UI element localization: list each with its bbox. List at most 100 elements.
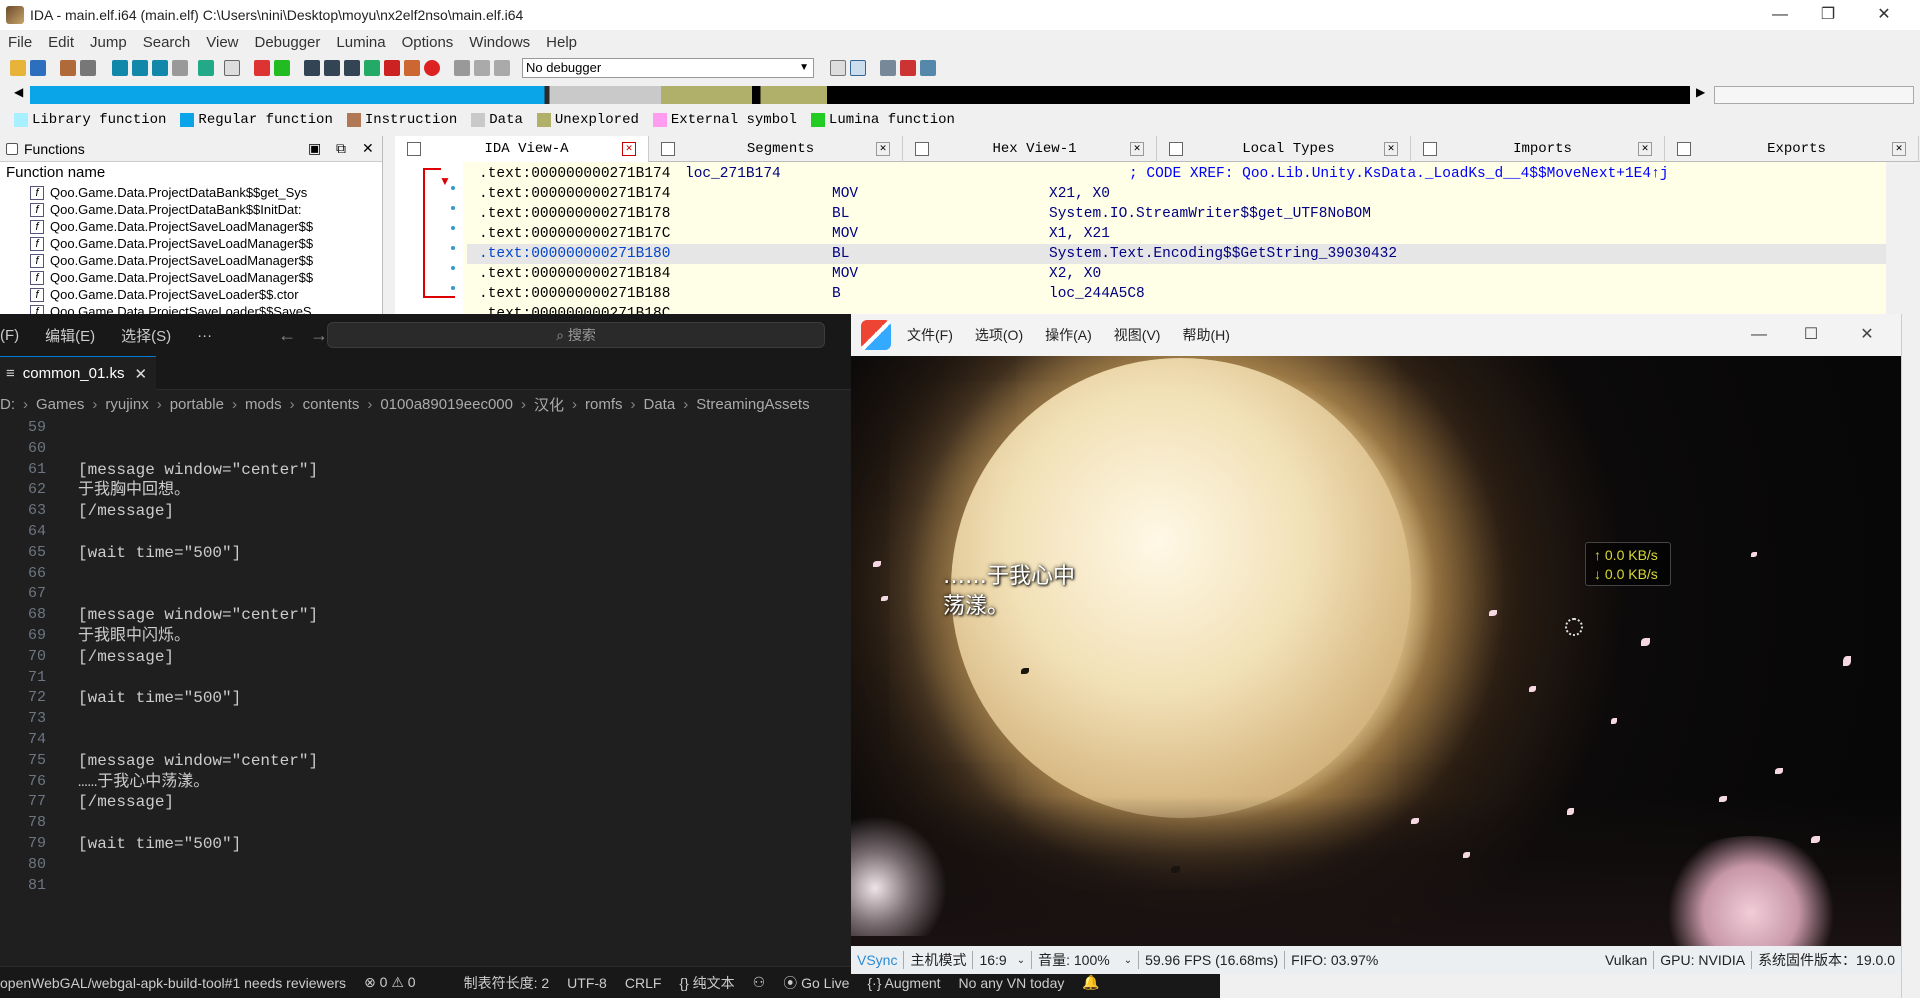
float-pane-icon[interactable]: ⧉ — [336, 140, 346, 157]
open-icon[interactable] — [10, 60, 26, 76]
menu-edit[interactable]: 编辑(E) — [45, 325, 95, 346]
export-icon[interactable] — [900, 60, 916, 76]
menu-selection[interactable]: 选择(S) — [121, 325, 171, 346]
tab-ida-view-a[interactable]: IDA View-A ✕ — [395, 136, 649, 162]
menu-edit[interactable]: Edit — [48, 34, 74, 51]
back-icon[interactable] — [60, 60, 76, 76]
strings-icon[interactable] — [344, 60, 360, 76]
search-input[interactable]: ⌕ 搜索 — [327, 322, 825, 348]
breadcrumb-item[interactable]: StreamingAssets — [696, 396, 809, 413]
debugger-select[interactable]: No debugger ▼ — [522, 58, 814, 78]
data-icon[interactable] — [132, 60, 148, 76]
status-go-live[interactable]: ⦿ Go Live — [783, 973, 849, 993]
trace-icon[interactable] — [404, 60, 420, 76]
menu-view[interactable]: View — [206, 34, 238, 51]
code-editor[interactable]: 59 60 61 [message window="center"] 62 于我胸… — [0, 418, 851, 966]
status-pr[interactable]: openWebGAL/webgal-apk-build-tool#1 needs… — [0, 975, 346, 991]
maximize-button[interactable]: ☐ — [1783, 314, 1839, 356]
close-tab-icon[interactable]: ✕ — [876, 142, 890, 156]
status-eol[interactable]: CRLF — [625, 975, 662, 991]
menu-windows[interactable]: Windows — [469, 34, 530, 51]
menu-help[interactable]: 帮助(H) — [1182, 325, 1229, 345]
menu-options[interactable]: 选项(O) — [975, 325, 1023, 345]
tab-exports[interactable]: Exports ✕ — [1665, 136, 1919, 162]
pause-icon[interactable] — [474, 60, 490, 76]
breadcrumb-item[interactable]: romfs — [585, 396, 623, 413]
menu-search[interactable]: Search — [143, 34, 191, 51]
function-item[interactable]: f Qoo.Game.Data.ProjectSaveLoadManager$$ — [0, 269, 382, 286]
function-item[interactable]: f Qoo.Game.Data.ProjectSaveLoadManager$$ — [0, 252, 382, 269]
disasm-line[interactable]: .text:000000000271B178 BL System.IO.Stream… — [467, 204, 1903, 224]
bell-icon[interactable]: 🔔 — [1082, 974, 1099, 991]
jump-icon[interactable] — [198, 60, 214, 76]
status-encoding[interactable]: UTF-8 — [567, 975, 607, 991]
halt-icon[interactable] — [494, 60, 510, 76]
breadcrumb-item[interactable]: Data — [644, 396, 676, 413]
close-icon[interactable]: ✕ — [134, 365, 147, 383]
navigation-bar[interactable] — [30, 86, 1690, 104]
close-tab-icon[interactable]: ✕ — [1638, 142, 1652, 156]
disasm-scrollbar[interactable] — [1886, 162, 1903, 315]
function-item[interactable]: f Qoo.Game.Data.ProjectSaveLoadManager$$ — [0, 218, 382, 235]
tab-local-types[interactable]: Local Types ✕ — [1157, 136, 1411, 162]
nav-right-icon[interactable]: ▶ — [1696, 85, 1705, 99]
menu-options[interactable]: Options — [402, 34, 454, 51]
breadcrumb-item[interactable]: portable — [170, 396, 224, 413]
breadcrumb-item[interactable]: ryujinx — [105, 396, 148, 413]
close-pane-icon[interactable]: ✕ — [362, 140, 374, 157]
breadcrumb-item[interactable]: Games — [36, 396, 84, 413]
maximize-button[interactable]: ❐ — [1800, 0, 1856, 30]
stop-icon[interactable] — [424, 60, 440, 76]
status-augment[interactable]: {·} Augment — [867, 975, 940, 991]
disasm-line-selected[interactable]: .text:000000000271B180 BL System.Text.Enco… — [467, 244, 1903, 264]
menu-debugger[interactable]: Debugger — [255, 34, 321, 51]
nav-left-icon[interactable]: ◀ — [14, 85, 23, 99]
breadcrumb-item[interactable]: D: — [0, 396, 15, 413]
xrefs-icon[interactable] — [364, 60, 380, 76]
status-problems[interactable]: ⊗ 0 ⚠ 0 — [364, 974, 416, 991]
close-tab-icon[interactable]: ✕ — [622, 142, 636, 156]
save-icon[interactable] — [30, 60, 46, 76]
menu-file[interactable]: 文件(F) — [907, 325, 953, 345]
function-item[interactable]: f Qoo.Game.Data.ProjectDataBank$$InitDat: — [0, 201, 382, 218]
c-icon[interactable] — [850, 60, 866, 76]
menu-lumina[interactable]: Lumina — [336, 34, 385, 51]
breadcrumb-item[interactable]: 0100a89019eec000 — [380, 396, 513, 413]
disasm-line[interactable]: .text:000000000271B184 MOV X2, X0 — [467, 264, 1903, 284]
menu-help[interactable]: Help — [546, 34, 577, 51]
close-tab-icon[interactable]: ✕ — [1892, 142, 1906, 156]
text-icon[interactable] — [224, 60, 240, 76]
disasm-line[interactable]: .text:000000000271B188 Bloc_244A5C8 — [467, 284, 1903, 304]
menu-file[interactable]: (F) — [0, 327, 19, 344]
disasm-line[interactable]: .text:000000000271B17C MOV X1, X21 — [467, 224, 1903, 244]
function-name-column-header[interactable]: Function name — [0, 162, 382, 184]
minimize-button[interactable]: — — [1731, 314, 1787, 356]
docked-mode-toggle[interactable]: 主机模式 — [910, 950, 966, 970]
play-icon[interactable] — [454, 60, 470, 76]
import-icon[interactable] — [920, 60, 936, 76]
copilot-icon[interactable]: ⚇ — [753, 974, 766, 991]
chevron-down-icon[interactable]: ⌄ — [1017, 955, 1025, 966]
back-arrow-icon[interactable]: ← — [278, 325, 296, 346]
breadcrumb-item[interactable]: contents — [303, 396, 360, 413]
function-item[interactable]: f Qoo.Game.Data.ProjectDataBank$$get_Sys — [0, 184, 382, 201]
breakpoint-icon[interactable] — [384, 60, 400, 76]
vsync-toggle[interactable]: VSync — [857, 952, 897, 968]
volume-control[interactable]: 音量: 100% — [1038, 950, 1110, 970]
tab-common-01-ks[interactable]: ≡ common_01.ks ✕ — [0, 356, 156, 390]
menu-view[interactable]: 视图(V) — [1114, 325, 1161, 345]
function-item[interactable]: f Qoo.Game.Data.ProjectSaveLoader$$.ctor — [0, 286, 382, 303]
function-item[interactable]: f Qoo.Game.Data.ProjectSaveLoadManager$$ — [0, 235, 382, 252]
status-tab-size[interactable]: 制表符长度: 2 — [464, 973, 550, 993]
disasm-line[interactable]: .text:000000000271B174 MOV X21, X0 — [467, 184, 1903, 204]
layout-icon[interactable] — [880, 60, 896, 76]
status-language[interactable]: {} 纯文本 — [679, 973, 734, 993]
names-icon[interactable] — [324, 60, 340, 76]
forward-arrow-icon[interactable]: → — [310, 325, 328, 346]
tab-hex-view[interactable]: Hex View-1 ✕ — [903, 136, 1157, 162]
disassembly-view[interactable]: ▼ .text:000000000271B174 loc_271B174 ; COD… — [395, 162, 1903, 315]
struct-icon[interactable] — [152, 60, 168, 76]
breadcrumb-item[interactable]: mods — [245, 396, 282, 413]
tab-imports[interactable]: Imports ✕ — [1411, 136, 1665, 162]
menu-actions[interactable]: 操作(A) — [1045, 325, 1092, 345]
